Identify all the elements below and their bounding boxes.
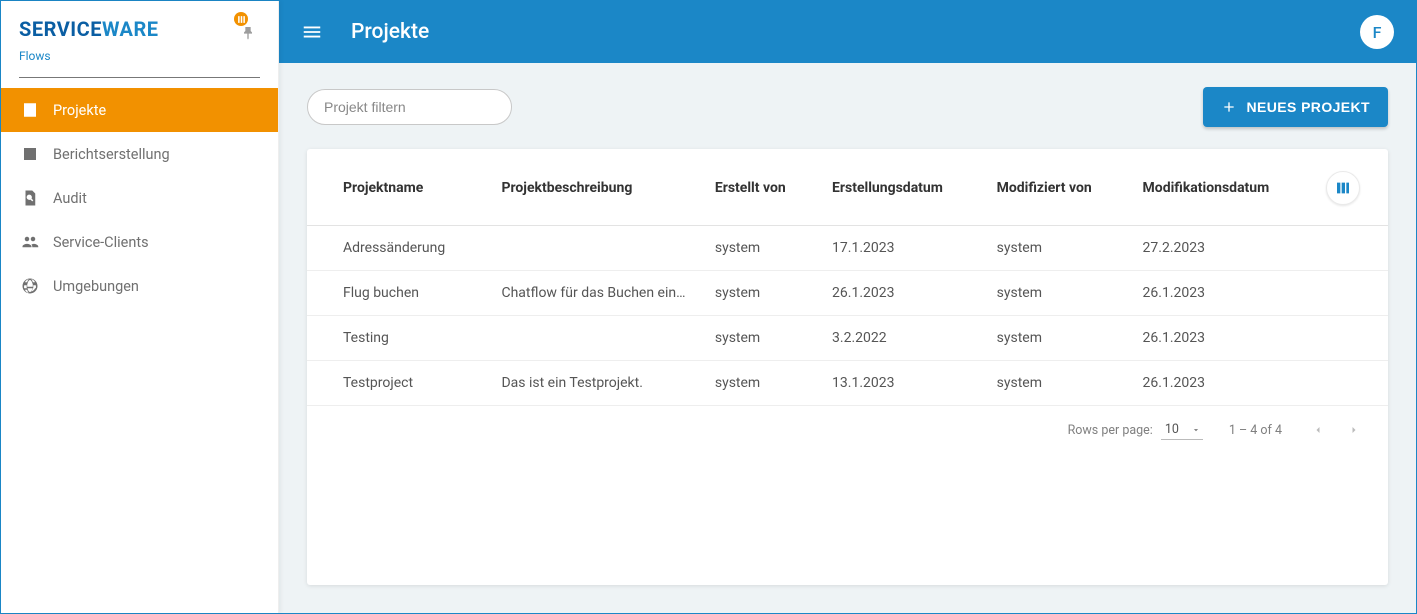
menu-toggle-button[interactable] (301, 21, 323, 43)
table-row[interactable]: Flug buchenChatflow für das Buchen ein..… (307, 271, 1388, 316)
cell-created_by: system (701, 361, 818, 406)
sidebar-item-environments[interactable]: Umgebungen (1, 264, 278, 308)
table-row[interactable]: Testingsystem3.2.2022system26.1.2023 (307, 316, 1388, 361)
rows-per-page-value: 10 (1165, 422, 1179, 437)
new-project-label: NEUES PROJEKT (1247, 99, 1370, 115)
cell-created_at: 26.1.2023 (818, 271, 983, 316)
cell-modified_at: 27.2.2023 (1129, 226, 1312, 271)
cell-created_at: 13.1.2023 (818, 361, 983, 406)
users-icon (19, 233, 41, 251)
sidebar-divider (19, 77, 260, 78)
globe-icon (19, 277, 41, 295)
cell-modified_by: system (983, 361, 1129, 406)
cell-desc (487, 316, 700, 361)
sidebar-item-projects[interactable]: Projekte (1, 88, 278, 132)
sidebar-item-label: Projekte (53, 102, 106, 119)
cell-modified_at: 26.1.2023 (1129, 271, 1312, 316)
cell-created_by: system (701, 271, 818, 316)
sidebar-item-audit[interactable]: Audit (1, 176, 278, 220)
cell-desc: Das ist ein Testprojekt. (487, 361, 700, 406)
cell-modified_at: 26.1.2023 (1129, 361, 1312, 406)
sidebar: SERVICEWARE Flows Projekte (1, 1, 279, 613)
cell-modified_by: system (983, 271, 1129, 316)
table-row[interactable]: Adressänderungsystem17.1.2023system27.2.… (307, 226, 1388, 271)
sidebar-item-reporting[interactable]: Berichtserstellung (1, 132, 278, 176)
chevron-down-icon (1191, 425, 1201, 435)
page-title: Projekte (351, 20, 1360, 44)
chevron-right-icon (1348, 424, 1360, 436)
chart-icon (19, 145, 41, 163)
cell-name: Testproject (307, 361, 487, 406)
brand-subtitle: Flows (19, 49, 236, 63)
document-icon (19, 101, 41, 119)
chevron-left-icon (1312, 424, 1324, 436)
cell-name: Testing (307, 316, 487, 361)
column-header-description[interactable]: Projektbeschreibung (487, 149, 700, 226)
rows-per-page-select[interactable]: 10 (1161, 420, 1203, 440)
filter-projects-input[interactable] (307, 89, 512, 125)
cell-modified_by: system (983, 226, 1129, 271)
cell-created_at: 3.2.2022 (818, 316, 983, 361)
cell-name: Flug buchen (307, 271, 487, 316)
sidebar-item-label: Berichtserstellung (53, 146, 170, 163)
brand-part-2: WARE (102, 17, 159, 41)
cell-created_by: system (701, 226, 818, 271)
column-header-name[interactable]: Projektname (307, 149, 487, 226)
column-header-created-by[interactable]: Erstellt von (701, 149, 818, 226)
cell-desc (487, 226, 700, 271)
sidebar-item-service-clients[interactable]: Service-Clients (1, 220, 278, 264)
column-header-created-at[interactable]: Erstellungsdatum (818, 149, 983, 226)
plus-icon (1221, 99, 1237, 115)
brand-part-1: SERVICE (19, 17, 102, 41)
appbar: Projekte F (279, 1, 1416, 63)
column-header-modified-at[interactable]: Modifikationsdatum (1129, 149, 1312, 226)
user-avatar[interactable]: F (1360, 15, 1394, 49)
brand-logo: SERVICEWARE Flows (19, 19, 236, 63)
pagination-range: 1 – 4 of 4 (1229, 423, 1282, 438)
cell-name: Adressänderung (307, 226, 487, 271)
file-search-icon (19, 189, 41, 207)
brand-accent-icon (234, 12, 248, 26)
rows-per-page-label: Rows per page: (1068, 423, 1153, 438)
column-header-modified-by[interactable]: Modifiziert von (983, 149, 1129, 226)
sidebar-item-label: Umgebungen (53, 278, 139, 295)
column-settings-button[interactable] (1326, 171, 1360, 205)
new-project-button[interactable]: NEUES PROJEKT (1203, 87, 1388, 127)
cell-modified_at: 26.1.2023 (1129, 316, 1312, 361)
columns-icon (1335, 180, 1351, 196)
sidebar-item-label: Audit (53, 190, 87, 207)
pagination-next-button[interactable] (1344, 420, 1364, 440)
projects-table: Projektname Projektbeschreibung Erstellt… (307, 149, 1388, 406)
cell-desc: Chatflow für das Buchen ein... (487, 271, 700, 316)
cell-created_by: system (701, 316, 818, 361)
sidebar-item-label: Service-Clients (53, 234, 149, 251)
pagination-prev-button[interactable] (1308, 420, 1328, 440)
projects-table-card: Projektname Projektbeschreibung Erstellt… (307, 149, 1388, 585)
cell-modified_by: system (983, 316, 1129, 361)
table-pagination: Rows per page: 10 1 – 4 of 4 (307, 406, 1388, 444)
cell-created_at: 17.1.2023 (818, 226, 983, 271)
table-row[interactable]: TestprojectDas ist ein Testprojekt.syste… (307, 361, 1388, 406)
